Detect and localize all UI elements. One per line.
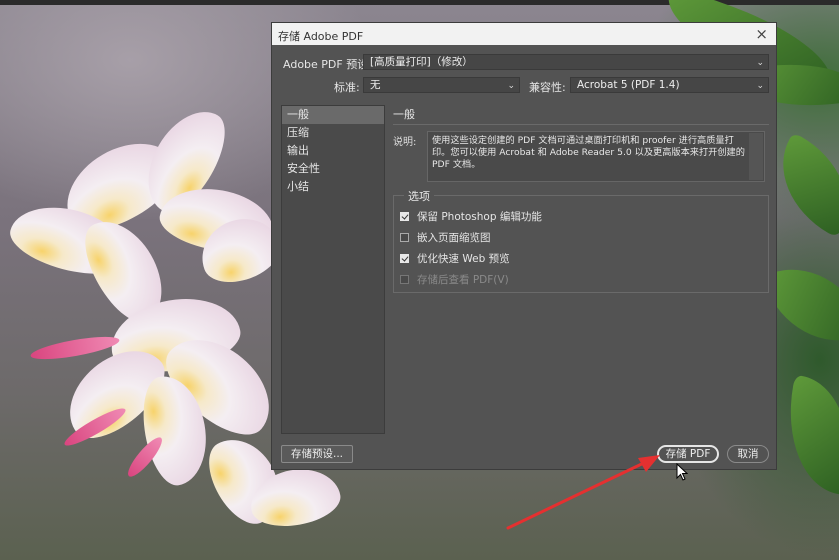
preset-label: Adobe PDF 预设: [283,58,372,71]
cancel-button[interactable]: 取消 [727,445,769,463]
option-label: 存储后查看 PDF(V) [417,274,509,286]
description-text: 使用这些设定创建的 PDF 文档可通过桌面打印机和 proofer 进行高质量打… [432,135,745,170]
mouse-cursor-icon [676,463,688,481]
option-view-pdf-after-saving: 存储后查看 PDF(V) [400,272,509,286]
option-label: 嵌入页面缩览图 [417,232,491,244]
chevron-down-icon: ⌄ [756,81,764,91]
checkbox-icon[interactable] [400,232,409,242]
section-title: 一般 [393,108,415,121]
preset-select[interactable]: [高质量打印]（修改） ⌄ [363,54,769,70]
compat-select[interactable]: Acrobat 5 (PDF 1.4) ⌄ [570,77,769,93]
dialog-titlebar[interactable]: 存储 Adobe PDF × [272,23,776,45]
standard-label: 标准: [334,81,360,94]
standard-value: 无 [370,79,381,91]
preset-value: [高质量打印]（修改） [370,56,473,68]
compat-label: 兼容性: [529,81,566,94]
option-label: 优化快速 Web 预览 [417,253,510,265]
checkbox-icon [400,274,409,284]
sidebar-item-output[interactable]: 输出 [282,142,384,160]
standard-select[interactable]: 无 ⌄ [363,77,520,93]
chevron-down-icon: ⌄ [756,58,764,68]
description-scrollbar[interactable] [749,133,763,180]
sidebar-item-summary[interactable]: 小结 [282,178,384,196]
option-label: 保留 Photoshop 编辑功能 [417,211,542,223]
sidebar-item-security[interactable]: 安全性 [282,160,384,178]
compat-value: Acrobat 5 (PDF 1.4) [577,79,680,91]
option-preserve-photoshop-editing[interactable]: 保留 Photoshop 编辑功能 [400,209,542,223]
checkbox-icon[interactable] [400,211,409,221]
checkbox-icon[interactable] [400,253,409,263]
options-label: 选项 [404,188,434,204]
option-optimize-fast-web-view[interactable]: 优化快速 Web 预览 [400,251,510,265]
dialog-title: 存储 Adobe PDF [278,30,364,43]
chevron-down-icon: ⌄ [507,81,515,91]
option-embed-page-thumbnails[interactable]: 嵌入页面缩览图 [400,230,491,244]
leaf-decoration [775,374,839,496]
save-preset-button[interactable]: 存储预设... [281,445,353,463]
close-icon[interactable]: × [755,25,768,43]
save-pdf-button[interactable]: 存储 PDF [657,445,719,463]
section-divider [393,124,769,125]
sidebar-item-compression[interactable]: 压缩 [282,124,384,142]
save-pdf-dialog: 存储 Adobe PDF × Adobe PDF 预设: [高质量打印]（修改）… [271,22,777,470]
sidebar-item-general[interactable]: 一般 [282,106,384,124]
settings-sidebar: 一般 压缩 输出 安全性 小结 [281,105,385,434]
description-textbox[interactable]: 使用这些设定创建的 PDF 文档可通过桌面打印机和 proofer 进行高质量打… [427,131,765,182]
description-label: 说明: [393,137,417,148]
